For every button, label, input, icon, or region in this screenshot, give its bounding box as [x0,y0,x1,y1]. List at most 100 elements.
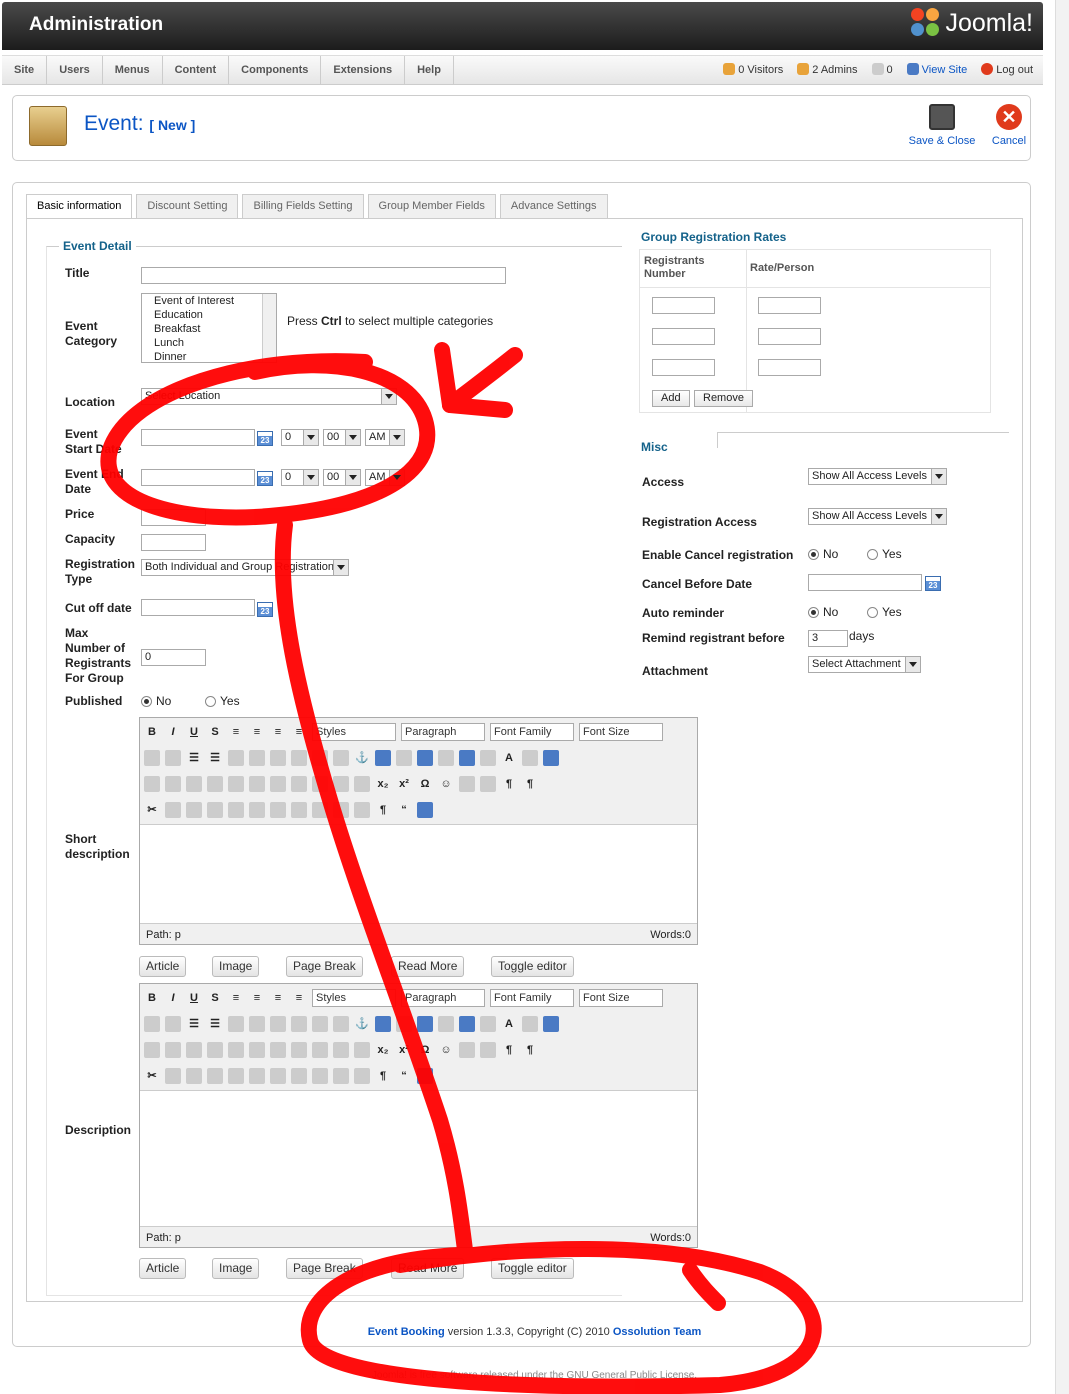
select-all-icon[interactable] [249,1068,265,1084]
visual-aid-icon[interactable] [354,1042,370,1058]
cite-icon[interactable] [312,1068,328,1084]
align-right-icon[interactable]: ≡ [270,724,286,740]
rate-per-person-input[interactable] [758,328,821,345]
help-icon[interactable] [417,1016,433,1032]
location-select[interactable]: Select Location [141,388,397,405]
numbered-list-icon[interactable]: ☰ [207,750,223,766]
background-color-icon[interactable] [522,1016,538,1032]
select-all-icon[interactable] [249,802,265,818]
short-description-textarea[interactable] [140,824,697,924]
category-option[interactable]: Lunch [142,336,276,350]
blockquote-icon[interactable]: “ [396,802,412,818]
emoticon-icon[interactable]: ☺ [438,776,454,792]
menu-extensions[interactable]: Extensions [321,56,406,85]
paste-word-icon[interactable] [228,802,244,818]
rule-icon[interactable] [480,1042,496,1058]
date-icon[interactable] [459,1016,475,1032]
table-props-icon[interactable] [186,1042,202,1058]
font-size-dropdown[interactable]: Font Size [579,989,663,1007]
messages-status[interactable]: 0 [871,56,893,84]
bullet-list-icon[interactable]: ☰ [186,1016,202,1032]
template-icon[interactable] [417,1068,433,1084]
rate-per-person-input[interactable] [758,297,821,314]
bold-icon[interactable]: B [144,990,160,1006]
rtl-icon[interactable]: ¶ [522,1042,538,1058]
merge-icon[interactable] [291,776,307,792]
auto-reminder-yes-radio[interactable]: Yes [867,605,902,619]
align-left-icon[interactable]: ≡ [228,724,244,740]
justify-icon[interactable]: ≡ [291,990,307,1006]
styles-dropdown[interactable]: Styles [312,989,396,1007]
cite-icon[interactable] [312,802,328,818]
paragraph-dropdown[interactable]: Paragraph [401,723,485,741]
anchor-icon[interactable]: ⚓ [354,1016,370,1032]
background-color-icon[interactable] [522,750,538,766]
image-icon[interactable] [375,1016,391,1032]
unlink-icon[interactable] [333,1016,349,1032]
acronym-icon[interactable] [354,1068,370,1084]
show-blocks-icon[interactable]: ¶ [375,1068,391,1084]
outdent-icon[interactable] [228,750,244,766]
align-center-icon[interactable]: ≡ [249,990,265,1006]
menu-site[interactable]: Site [2,56,48,85]
blockquote-icon[interactable]: “ [396,1068,412,1084]
italic-icon[interactable]: I [165,724,181,740]
category-scrollbar[interactable] [262,294,276,362]
max-group-input[interactable]: 0 [141,649,206,666]
fullscreen-icon[interactable] [543,1016,559,1032]
paste-icon[interactable] [186,1068,202,1084]
help-icon[interactable] [417,750,433,766]
article-button[interactable]: Article [139,1258,187,1279]
replace-icon[interactable] [165,750,181,766]
paragraph-dropdown[interactable]: Paragraph [401,989,485,1007]
capacity-input[interactable] [141,534,206,551]
registrants-number-input[interactable] [652,328,715,345]
joomla-logo[interactable]: Joomla! [911,8,1033,38]
paste-word-icon[interactable] [228,1068,244,1084]
menu-users[interactable]: Users [47,56,103,85]
show-blocks-icon[interactable]: ¶ [375,802,391,818]
style-icon[interactable] [291,1068,307,1084]
remind-before-input[interactable]: 3 [808,630,848,647]
add-rate-button[interactable]: Add [652,390,690,407]
start-minute-select[interactable]: 00 [323,429,361,446]
end-minute-select[interactable]: 00 [323,469,361,486]
strikethrough-icon[interactable]: S [207,724,223,740]
special-char-icon[interactable]: Ω [417,1042,433,1058]
style-icon[interactable] [291,802,307,818]
ossolution-link[interactable]: Ossolution Team [613,1326,701,1338]
date-icon[interactable] [459,750,475,766]
tab-discount-setting[interactable]: Discount Setting [136,194,239,219]
align-right-icon[interactable]: ≡ [270,990,286,1006]
rate-per-person-input[interactable] [758,359,821,376]
outdent-icon[interactable] [228,1016,244,1032]
redo-icon[interactable] [291,750,307,766]
find-icon[interactable] [144,750,160,766]
copy-icon[interactable] [165,1068,181,1084]
numbered-list-icon[interactable]: ☰ [207,1016,223,1032]
link-icon[interactable] [312,750,328,766]
html-icon[interactable] [438,750,454,766]
superscript-icon[interactable]: x² [396,1042,412,1058]
image-button[interactable]: Image [212,956,260,977]
bullet-list-icon[interactable]: ☰ [186,750,202,766]
tab-billing-fields-setting[interactable]: Billing Fields Setting [242,194,364,219]
layer-icon[interactable] [270,802,286,818]
tab-group-member-fields[interactable]: Group Member Fields [367,194,496,219]
align-left-icon[interactable]: ≡ [228,990,244,1006]
find-icon[interactable] [144,1016,160,1032]
auto-reminder-no-radio[interactable]: No [808,605,838,619]
page-break-button[interactable]: Page Break [286,956,363,977]
unlink-icon[interactable] [333,750,349,766]
cut-icon[interactable]: ✂ [144,1068,160,1084]
undo-icon[interactable] [270,1016,286,1032]
calendar-icon[interactable]: 23 [257,471,273,486]
end-date-input[interactable] [141,469,255,486]
title-input[interactable] [141,267,506,284]
save-close-button[interactable]: Save & Close [907,104,977,147]
emoticon-icon[interactable]: ☺ [438,1042,454,1058]
remove-rate-button[interactable]: Remove [694,390,753,407]
table-icon[interactable] [165,1042,181,1058]
paste-text-icon[interactable] [207,802,223,818]
edit-icon[interactable] [144,776,160,792]
